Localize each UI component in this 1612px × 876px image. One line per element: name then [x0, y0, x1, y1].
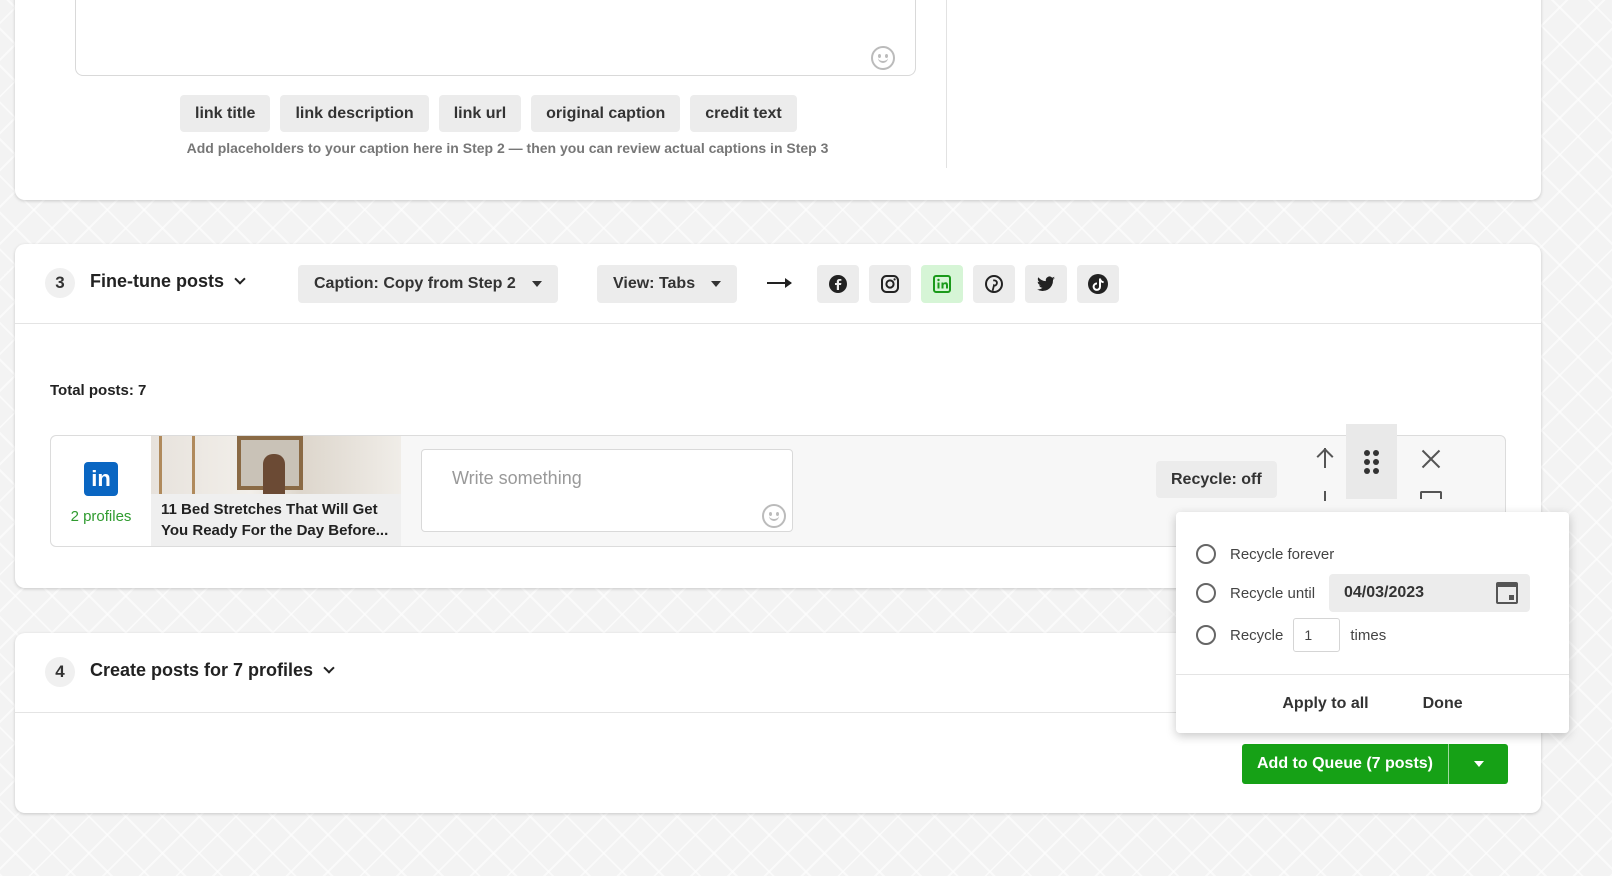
drag-handle[interactable]: [1346, 424, 1397, 499]
post-link-title: 11 Bed Stretches That Will Get You Ready…: [161, 501, 389, 539]
recycle-times-option[interactable]: Recycle times: [1196, 618, 1386, 652]
profiles-link[interactable]: 2 profiles: [51, 508, 151, 525]
view-dropdown[interactable]: View: Tabs: [597, 265, 738, 303]
recycle-forever-label: Recycle forever: [1230, 545, 1335, 563]
move-up-icon[interactable]: [1324, 448, 1326, 468]
network-tab-pinterest[interactable]: [973, 265, 1015, 303]
post-preview[interactable]: 11 Bed Stretches That Will Get You Ready…: [151, 436, 401, 546]
step-number: 4: [45, 657, 75, 687]
chip-original-caption[interactable]: original caption: [531, 95, 681, 132]
step3-header: 3 Fine-tune posts Caption: Copy from Ste…: [15, 244, 1541, 324]
placeholder-chips: link title link description link url ori…: [180, 95, 797, 132]
preview-icon[interactable]: [1420, 491, 1442, 499]
emoji-icon[interactable]: [762, 504, 786, 528]
chip-link-description[interactable]: link description: [280, 95, 429, 132]
network-tab-facebook[interactable]: [817, 265, 859, 303]
add-to-queue-button[interactable]: Add to Queue (7 posts): [1242, 744, 1448, 784]
add-to-queue-split-button: Add to Queue (7 posts): [1242, 744, 1508, 784]
caret-down-icon: [531, 281, 542, 287]
done-button[interactable]: Done: [1423, 695, 1463, 713]
recycle-forever-option[interactable]: Recycle forever: [1196, 544, 1334, 564]
radio-button[interactable]: [1196, 544, 1216, 564]
network-tab-twitter[interactable]: [1025, 265, 1067, 303]
caret-down-icon: [711, 281, 722, 287]
total-posts: Total posts: 7: [50, 382, 147, 399]
post-caption-input[interactable]: [452, 468, 752, 489]
caption-dropdown-label: Caption: Copy from Step 2: [314, 275, 516, 292]
instagram-icon: [881, 275, 899, 293]
calendar-icon[interactable]: [1496, 582, 1518, 604]
network-tab-tiktok[interactable]: [1077, 265, 1119, 303]
queue-options-dropdown[interactable]: [1449, 744, 1508, 784]
network-tabs: [817, 265, 1119, 303]
recycle-popup: Recycle forever Recycle until 04/03/2023…: [1176, 512, 1569, 733]
popup-actions: Apply to all Done: [1176, 674, 1569, 733]
step-number: 3: [45, 268, 75, 298]
post-thumbnail-image: [151, 436, 401, 494]
radio-button[interactable]: [1196, 625, 1216, 645]
step4-title-toggle[interactable]: Create posts for 7 profiles: [90, 660, 335, 681]
drag-dots-icon: [1364, 449, 1379, 474]
caption-dropdown[interactable]: Caption: Copy from Step 2: [298, 265, 558, 303]
step2-card: link title link description link url ori…: [15, 0, 1541, 200]
post-profile-column: in 2 profiles: [51, 436, 151, 546]
network-tab-linkedin[interactable]: [921, 265, 963, 303]
facebook-icon: [829, 275, 847, 293]
apply-to-all-button[interactable]: Apply to all: [1282, 695, 1368, 713]
network-tab-instagram[interactable]: [869, 265, 911, 303]
recycle-until-option[interactable]: Recycle until: [1196, 583, 1315, 603]
pinterest-icon: [985, 275, 1003, 293]
chevron-down-icon: [234, 273, 246, 285]
chip-link-url[interactable]: link url: [438, 95, 522, 132]
recycle-times-input[interactable]: [1293, 618, 1341, 652]
chip-credit-text[interactable]: credit text: [690, 95, 797, 132]
step-title: Fine-tune posts: [90, 271, 224, 291]
linkedin-icon: in: [84, 462, 118, 496]
view-dropdown-label: View: Tabs: [613, 275, 696, 292]
recycle-until-label: Recycle until: [1230, 584, 1316, 602]
emoji-icon[interactable]: [871, 46, 895, 70]
caret-down-icon: [1473, 761, 1484, 767]
step-title: Create posts for 7 profiles: [90, 660, 314, 680]
chevron-down-icon: [323, 662, 335, 674]
recycle-date-value: 04/03/2023: [1344, 584, 1425, 601]
close-icon[interactable]: [1421, 449, 1441, 469]
recycle-button[interactable]: Recycle: off: [1156, 461, 1277, 498]
chip-link-title[interactable]: link title: [180, 95, 271, 132]
move-down-icon[interactable]: [1324, 491, 1326, 501]
placeholder-hint: Add placeholders to your caption here in…: [186, 140, 829, 156]
post-caption-box[interactable]: [421, 449, 793, 532]
recycle-until-date-field[interactable]: 04/03/2023: [1329, 574, 1530, 612]
arrow-right-icon: [767, 278, 792, 288]
tiktok-icon: [1088, 274, 1108, 294]
caption-textarea[interactable]: [75, 0, 916, 76]
radio-button[interactable]: [1196, 583, 1216, 603]
twitter-icon: [1037, 276, 1055, 292]
step3-title-toggle[interactable]: Fine-tune posts: [90, 271, 246, 292]
linkedin-icon: [933, 275, 951, 293]
recycle-label: Recycle: [1230, 626, 1284, 644]
times-label: times: [1350, 626, 1387, 644]
